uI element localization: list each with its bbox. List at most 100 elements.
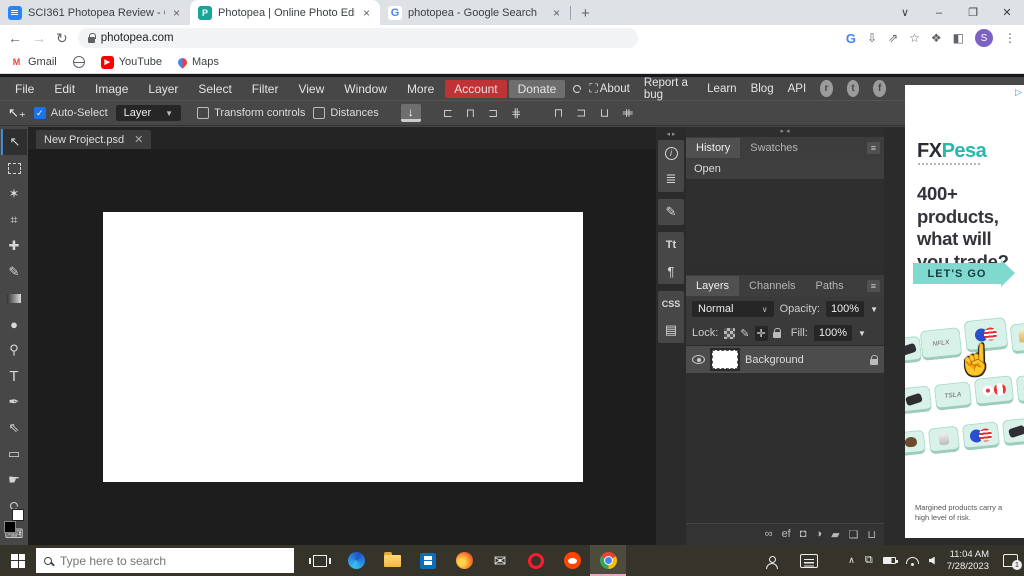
opacity-field[interactable]: 100% [826, 301, 864, 317]
profile-avatar[interactable]: S [975, 29, 993, 47]
new-group-folder-icon[interactable]: ▰ [831, 528, 839, 541]
tray-chevron-up-icon[interactable]: ∧ [848, 555, 855, 566]
lock-transparency-icon[interactable] [724, 328, 735, 339]
panel-menu-icon[interactable]: ≡ [867, 280, 880, 292]
layer-select-dropdown[interactable]: Layer ▼ [116, 105, 181, 121]
new-tab-button[interactable]: + [571, 5, 600, 25]
download-icon[interactable]: ⇩ [867, 31, 877, 45]
tab-close-icon[interactable]: × [551, 6, 562, 20]
notification-center-icon[interactable]: 1 [1003, 554, 1018, 567]
browser-tab-3[interactable]: G photopea - Google Search × [380, 0, 570, 25]
brush-tool[interactable]: ✎ [1, 259, 27, 285]
chrome-app-active[interactable] [590, 545, 626, 576]
auto-select-option[interactable]: ✓ Auto-Select [34, 107, 108, 119]
minimize-button[interactable]: – [922, 7, 956, 19]
menu-more[interactable]: More [398, 80, 443, 98]
background-color-swatch[interactable] [12, 509, 24, 521]
opacity-slider-icon[interactable]: ▼ [870, 305, 878, 314]
image-panel-button[interactable]: ▤ [658, 317, 684, 343]
canvas[interactable] [103, 212, 583, 482]
menu-select[interactable]: Select [189, 80, 240, 98]
taskbar-search[interactable] [36, 548, 294, 573]
menu-image[interactable]: Image [86, 80, 137, 98]
blur-tool[interactable]: ● [1, 311, 27, 337]
kebab-menu-icon[interactable]: ⋮ [1004, 31, 1016, 45]
bookmark-maps[interactable]: Maps [178, 56, 219, 68]
pen-tool[interactable]: ✒ [1, 389, 27, 415]
unchecked-checkbox-icon[interactable] [197, 107, 209, 119]
gradient-tool[interactable] [1, 285, 27, 311]
align-top-icon[interactable]: ⊏ [552, 108, 566, 118]
reddit-app[interactable] [554, 545, 590, 576]
magic-wand-tool[interactable]: ✶ [1, 181, 27, 207]
google-extension-icon[interactable]: G [846, 31, 856, 46]
align-center-h-icon[interactable]: ⊓ [466, 106, 475, 120]
blend-mode-dropdown[interactable]: Normal ∨ [692, 301, 774, 317]
twitter-icon[interactable]: t [847, 80, 860, 97]
browser-tab-1[interactable]: SCI361 Photopea Review - Goog × [0, 0, 190, 25]
news-widget-icon[interactable] [800, 554, 818, 568]
maximize-button[interactable]: ❐ [956, 6, 990, 19]
task-view-button[interactable] [302, 545, 338, 576]
address-bar[interactable]: photopea.com [78, 28, 638, 48]
visibility-eye-icon[interactable] [692, 355, 705, 364]
bookmark-star-icon[interactable]: ☆ [909, 31, 920, 45]
brush-panel-button[interactable]: ✎ [658, 199, 684, 225]
unchecked-checkbox-icon[interactable] [313, 107, 325, 119]
menu-window[interactable]: Window [335, 80, 396, 98]
people-icon[interactable] [766, 556, 776, 566]
hand-tool[interactable]: ☛ [1, 467, 27, 493]
link-layers-icon[interactable]: ∞ [765, 528, 773, 541]
css-panel-button[interactable]: CSS [658, 291, 684, 317]
share-icon[interactable]: ⇗ [888, 31, 898, 45]
ad-banner[interactable]: ▷ FXPesa 400+ products, what will you tr… [905, 85, 1024, 538]
firefox-app[interactable] [446, 545, 482, 576]
layer-thumbnail[interactable] [712, 350, 738, 369]
menu-filter[interactable]: Filter [243, 80, 288, 98]
taskbar-clock[interactable]: 11:04 AM 7/28/2023 [947, 549, 989, 573]
properties-panel-button[interactable]: ≣ [658, 166, 684, 192]
link-api[interactable]: API [788, 83, 807, 95]
type-tool[interactable]: T [1, 363, 27, 389]
wifi-icon[interactable] [906, 557, 919, 564]
bookmark-youtube[interactable]: ▶ YouTube [101, 56, 162, 69]
search-input[interactable] [60, 554, 260, 568]
link-blog[interactable]: Blog [751, 83, 774, 95]
character-panel-button[interactable]: Tt [658, 232, 684, 258]
file-explorer-app[interactable] [374, 545, 410, 576]
lock-position-icon[interactable]: ✛ [755, 326, 768, 341]
healing-tool[interactable]: ✚ [1, 233, 27, 259]
tab-history[interactable]: History [686, 138, 740, 158]
fill-slider-icon[interactable]: ▼ [858, 329, 866, 338]
link-learn[interactable]: Learn [707, 83, 736, 95]
history-item-open[interactable]: Open [686, 159, 884, 179]
info-panel-button[interactable]: i [658, 140, 684, 166]
move-tool[interactable]: ↖ [1, 129, 27, 155]
dodge-tool[interactable]: ⚲ [1, 337, 27, 363]
insert-image-button[interactable]: ↓ [401, 104, 421, 122]
distances-option[interactable]: Distances [313, 107, 378, 119]
fill-field[interactable]: 100% [814, 325, 852, 341]
battery-icon[interactable] [883, 557, 896, 564]
distribute-h-icon[interactable]: ⋕ [511, 106, 521, 120]
bookmark-gmail[interactable]: M Gmail [10, 56, 57, 69]
microsoft-store-app[interactable] [410, 545, 446, 576]
security-tray-icon[interactable]: ⧉ [865, 554, 873, 567]
layer-effects-icon[interactable]: ef [782, 528, 791, 541]
layer-mask-icon[interactable]: ◘ [800, 528, 807, 541]
url-text[interactable]: photopea.com [101, 32, 174, 44]
link-about[interactable]: About [600, 83, 630, 95]
back-icon[interactable]: ← [8, 30, 22, 46]
menu-layer[interactable]: Layer [139, 80, 187, 98]
speaker-icon[interactable] [929, 557, 935, 565]
fullscreen-icon[interactable]: ⛶ [589, 81, 597, 96]
tab-channels[interactable]: Channels [739, 276, 805, 296]
tab-swatches[interactable]: Swatches [740, 138, 808, 158]
lets-go-button[interactable]: LET'S GO [913, 263, 1001, 284]
reddit-icon[interactable]: r [820, 80, 833, 97]
foreground-color-swatch[interactable] [4, 521, 16, 533]
lock-pixels-icon[interactable]: ✎ [740, 327, 749, 340]
collapse-arrows-icon[interactable]: ▸ ◂ [686, 127, 884, 137]
sidebar-icon[interactable]: ◧ [953, 31, 964, 45]
crop-tool[interactable]: ⌗ [1, 207, 27, 233]
